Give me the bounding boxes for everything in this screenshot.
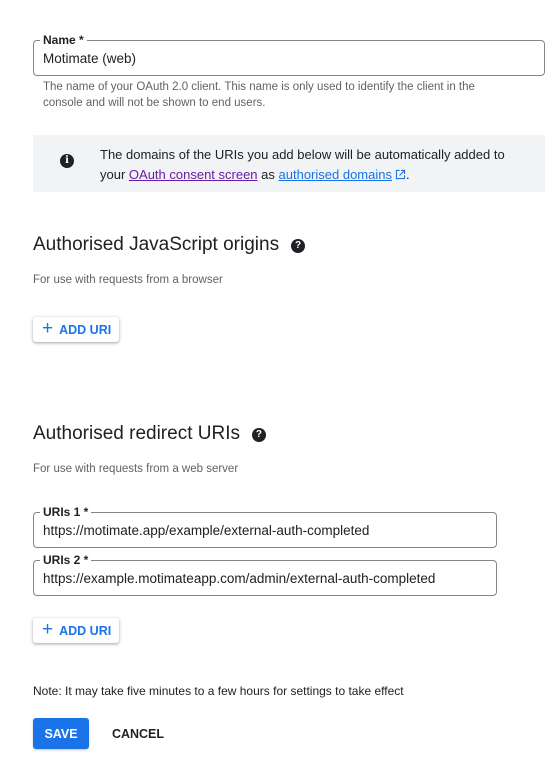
redirect-uri-field-2[interactable]: URIs 2 *: [33, 553, 497, 596]
propagation-note: Note: It may take five minutes to a few …: [33, 684, 404, 698]
authorised-domains-link[interactable]: authorised domains: [279, 167, 406, 182]
help-icon[interactable]: ?: [251, 428, 266, 442]
external-link-icon: [395, 169, 406, 180]
name-hint: The name of your OAuth 2.0 client. This …: [43, 81, 475, 109]
plus-icon: +: [42, 318, 54, 339]
cancel-button[interactable]: CANCEL: [100, 718, 176, 749]
save-button[interactable]: SAVE: [33, 718, 89, 749]
plus-icon: +: [42, 619, 54, 640]
add-redirect-uri-button[interactable]: + ADD URI: [33, 618, 119, 643]
redirect-uris-title: Authorised redirect URIs?: [33, 422, 266, 446]
redirect-uri-field-1[interactable]: URIs 1 *: [33, 505, 497, 548]
redirect-uris-subtitle: For use with requests from a web server: [33, 463, 239, 475]
js-origins-subtitle: For use with requests from a browser: [33, 274, 223, 286]
js-origins-title: Authorised JavaScript origins?: [33, 233, 306, 257]
name-field[interactable]: Name *: [33, 33, 545, 76]
redirect-uri-input[interactable]: [43, 513, 483, 547]
add-js-origin-button[interactable]: + ADD URI: [33, 317, 119, 342]
help-icon[interactable]: ?: [291, 239, 306, 253]
name-input[interactable]: [43, 41, 523, 75]
info-banner: i The domains of the URIs you add below …: [33, 135, 545, 192]
redirect-uri-input[interactable]: [43, 561, 483, 595]
info-icon: i: [60, 154, 74, 168]
oauth-consent-screen-link[interactable]: OAuth consent screen: [129, 167, 258, 182]
info-text: The domains of the URIs you add below wi…: [100, 147, 505, 182]
